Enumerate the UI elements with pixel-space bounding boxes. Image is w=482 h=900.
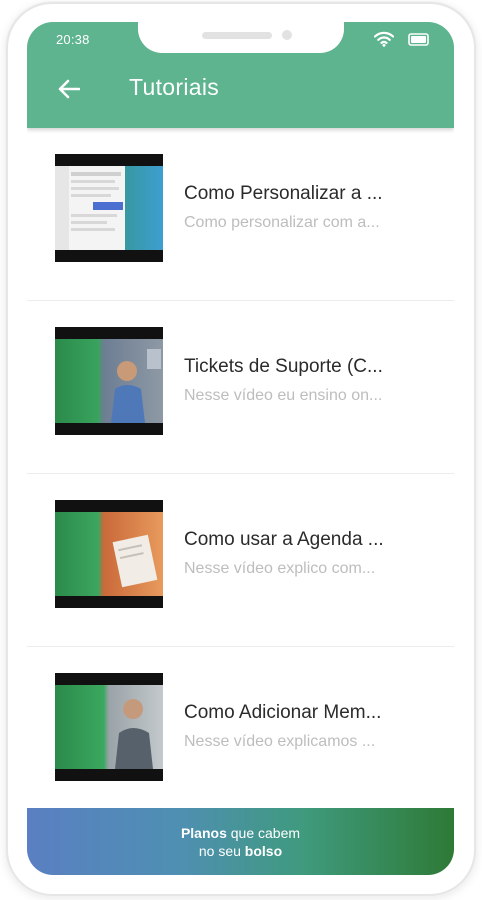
banner-text-1: que cabem	[226, 824, 301, 841]
battery-icon	[408, 32, 430, 51]
banner-text-2: no seu	[198, 842, 245, 859]
video-thumbnail	[55, 154, 163, 262]
video-thumbnail	[55, 327, 163, 435]
video-subtitle: Nesse vídeo explico com...	[184, 560, 376, 577]
page-title: Tutoriais	[129, 74, 220, 100]
video-title: Como Adicionar Mem...	[184, 702, 382, 723]
tutorial-item[interactable]: Como Personalizar a ... Como personaliza…	[27, 128, 454, 301]
video-title: Tickets de Suporte (C...	[184, 356, 383, 377]
banner-bold-2: bolso	[244, 842, 283, 859]
banner-line-1: Planos que cabem	[181, 824, 300, 842]
front-camera	[282, 30, 292, 40]
status-time: 20:38	[56, 32, 90, 47]
video-title: Como Personalizar a ...	[184, 183, 383, 204]
banner-bold-1: Planos	[180, 824, 227, 841]
video-subtitle: Nesse vídeo explicamos ...	[184, 733, 376, 750]
plans-banner[interactable]: Planos que cabem no seu bolso	[27, 808, 454, 875]
video-subtitle: Nesse vídeo eu ensino on...	[184, 387, 383, 404]
app-header: 20:38 Tutoriais	[27, 22, 454, 128]
speaker-grille	[202, 32, 272, 39]
wifi-icon	[373, 31, 395, 52]
video-thumbnail	[55, 673, 163, 781]
tutorial-item[interactable]: Como Adicionar Mem... Nesse vídeo explic…	[27, 647, 454, 820]
video-thumbnail	[55, 500, 163, 608]
status-icons	[373, 31, 430, 52]
tutorial-item[interactable]: Como usar a Agenda ... Nesse vídeo expli…	[27, 474, 454, 647]
back-button[interactable]	[53, 76, 85, 106]
banner-line-2: no seu bolso	[199, 842, 282, 860]
arrow-left-icon	[58, 79, 81, 104]
video-subtitle: Como personalizar com a...	[184, 214, 380, 231]
tutorial-item[interactable]: Tickets de Suporte (C... Nesse vídeo eu …	[27, 301, 454, 474]
phone-notch	[138, 22, 344, 53]
tutorial-list: Como Personalizar a ... Como personaliza…	[27, 128, 454, 820]
app-screen: 20:38 Tutoriais Como Personalizar a ... …	[27, 22, 454, 875]
video-title: Como usar a Agenda ...	[184, 529, 384, 550]
